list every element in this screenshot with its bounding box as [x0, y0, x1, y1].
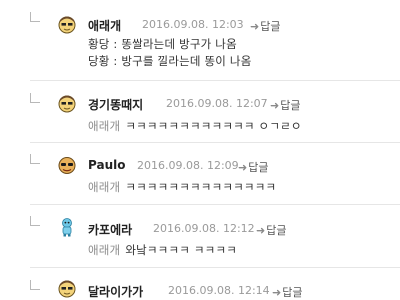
- reply-arrow-icon: ➜: [250, 20, 260, 33]
- comment-text-line: 애래개 ㅋㅋㅋㅋㅋㅋㅋㅋㅋㅋㅋㅋㅋㅋ: [88, 179, 276, 195]
- comment-text-line: 황당 : 똥쌀라는데 방구가 나옴: [88, 37, 237, 51]
- reply-indent-icon: [30, 154, 40, 164]
- reply-indent-icon: [30, 216, 40, 226]
- face-avatar-icon[interactable]: [57, 14, 77, 34]
- reply-button[interactable]: ➜답글: [256, 222, 286, 238]
- reply-button[interactable]: ➜답글: [272, 284, 302, 300]
- comment-author[interactable]: 경기똥때지: [88, 96, 143, 113]
- reply-button-label: 답글: [266, 224, 287, 237]
- divider: [30, 267, 400, 268]
- reply-indent-icon: [30, 12, 40, 22]
- reply-button[interactable]: ➜답글: [238, 159, 268, 175]
- reply-button-label: 답글: [260, 20, 281, 33]
- face-avatar-icon[interactable]: [57, 278, 77, 298]
- reply-arrow-icon: ➜: [270, 99, 280, 112]
- reply-button-label: 답글: [248, 161, 269, 174]
- reply-indent-icon: [30, 93, 40, 103]
- comment-date: 2016.09.08. 12:07: [166, 97, 268, 110]
- comment-text-line: 당황 : 방구를 낄라는데 똥이 나옴: [88, 54, 252, 68]
- reply-button-label: 답글: [280, 99, 301, 112]
- divider: [30, 204, 400, 205]
- comment-date: 2016.09.08. 12:12: [153, 222, 255, 235]
- face-avatar-icon[interactable]: [57, 155, 77, 175]
- reply-indent-icon: [30, 280, 40, 290]
- comment-date: 2016.09.08. 12:14: [168, 284, 270, 297]
- mention-target[interactable]: 애래개: [88, 119, 120, 133]
- divider: [30, 142, 400, 143]
- reply-button-label: 답글: [282, 286, 303, 299]
- comment-thread: 애래개 2016.09.08. 12:03 ➜답글 황당 : 똥쌀라는데 방구가…: [0, 0, 400, 300]
- mention-target[interactable]: 애래개: [88, 243, 120, 257]
- comment-text-line: 애래개 ㅋㅋㅋㅋㅋㅋㅋㅋㅋㅋㅋㅋ ㅇㄱㄹㅇ: [88, 118, 302, 134]
- comment-text: ㅋㅋㅋㅋㅋㅋㅋㅋㅋㅋㅋㅋㅋㅋ: [125, 180, 277, 194]
- face-avatar-icon[interactable]: [57, 93, 77, 113]
- comment-text: ㅋㅋㅋㅋㅋㅋㅋㅋㅋㅋㅋㅋ ㅇㄱㄹㅇ: [125, 119, 302, 133]
- figure-avatar-icon[interactable]: [57, 217, 77, 237]
- comment-author[interactable]: 달라이가가: [88, 283, 143, 300]
- reply-arrow-icon: ➜: [238, 161, 248, 174]
- comment-date: 2016.09.08. 12:03: [142, 18, 244, 31]
- comment-author[interactable]: 카포에라: [88, 221, 132, 238]
- reply-arrow-icon: ➜: [256, 224, 266, 237]
- comment-text: 와낰ㅋㅋㅋㅋ ㅋㅋㅋㅋ: [125, 243, 237, 257]
- mention-target[interactable]: 애래개: [88, 180, 120, 194]
- comment-date: 2016.09.08. 12:09: [137, 159, 239, 172]
- reply-button[interactable]: ➜답글: [250, 18, 280, 34]
- comment-text-line: 애래개 와낰ㅋㅋㅋㅋ ㅋㅋㅋㅋ: [88, 242, 237, 258]
- divider: [30, 80, 400, 81]
- comment-author[interactable]: 애래개: [88, 17, 121, 34]
- reply-button[interactable]: ➜답글: [270, 97, 300, 113]
- comment-author[interactable]: Paulo: [88, 158, 125, 172]
- reply-arrow-icon: ➜: [272, 286, 282, 299]
